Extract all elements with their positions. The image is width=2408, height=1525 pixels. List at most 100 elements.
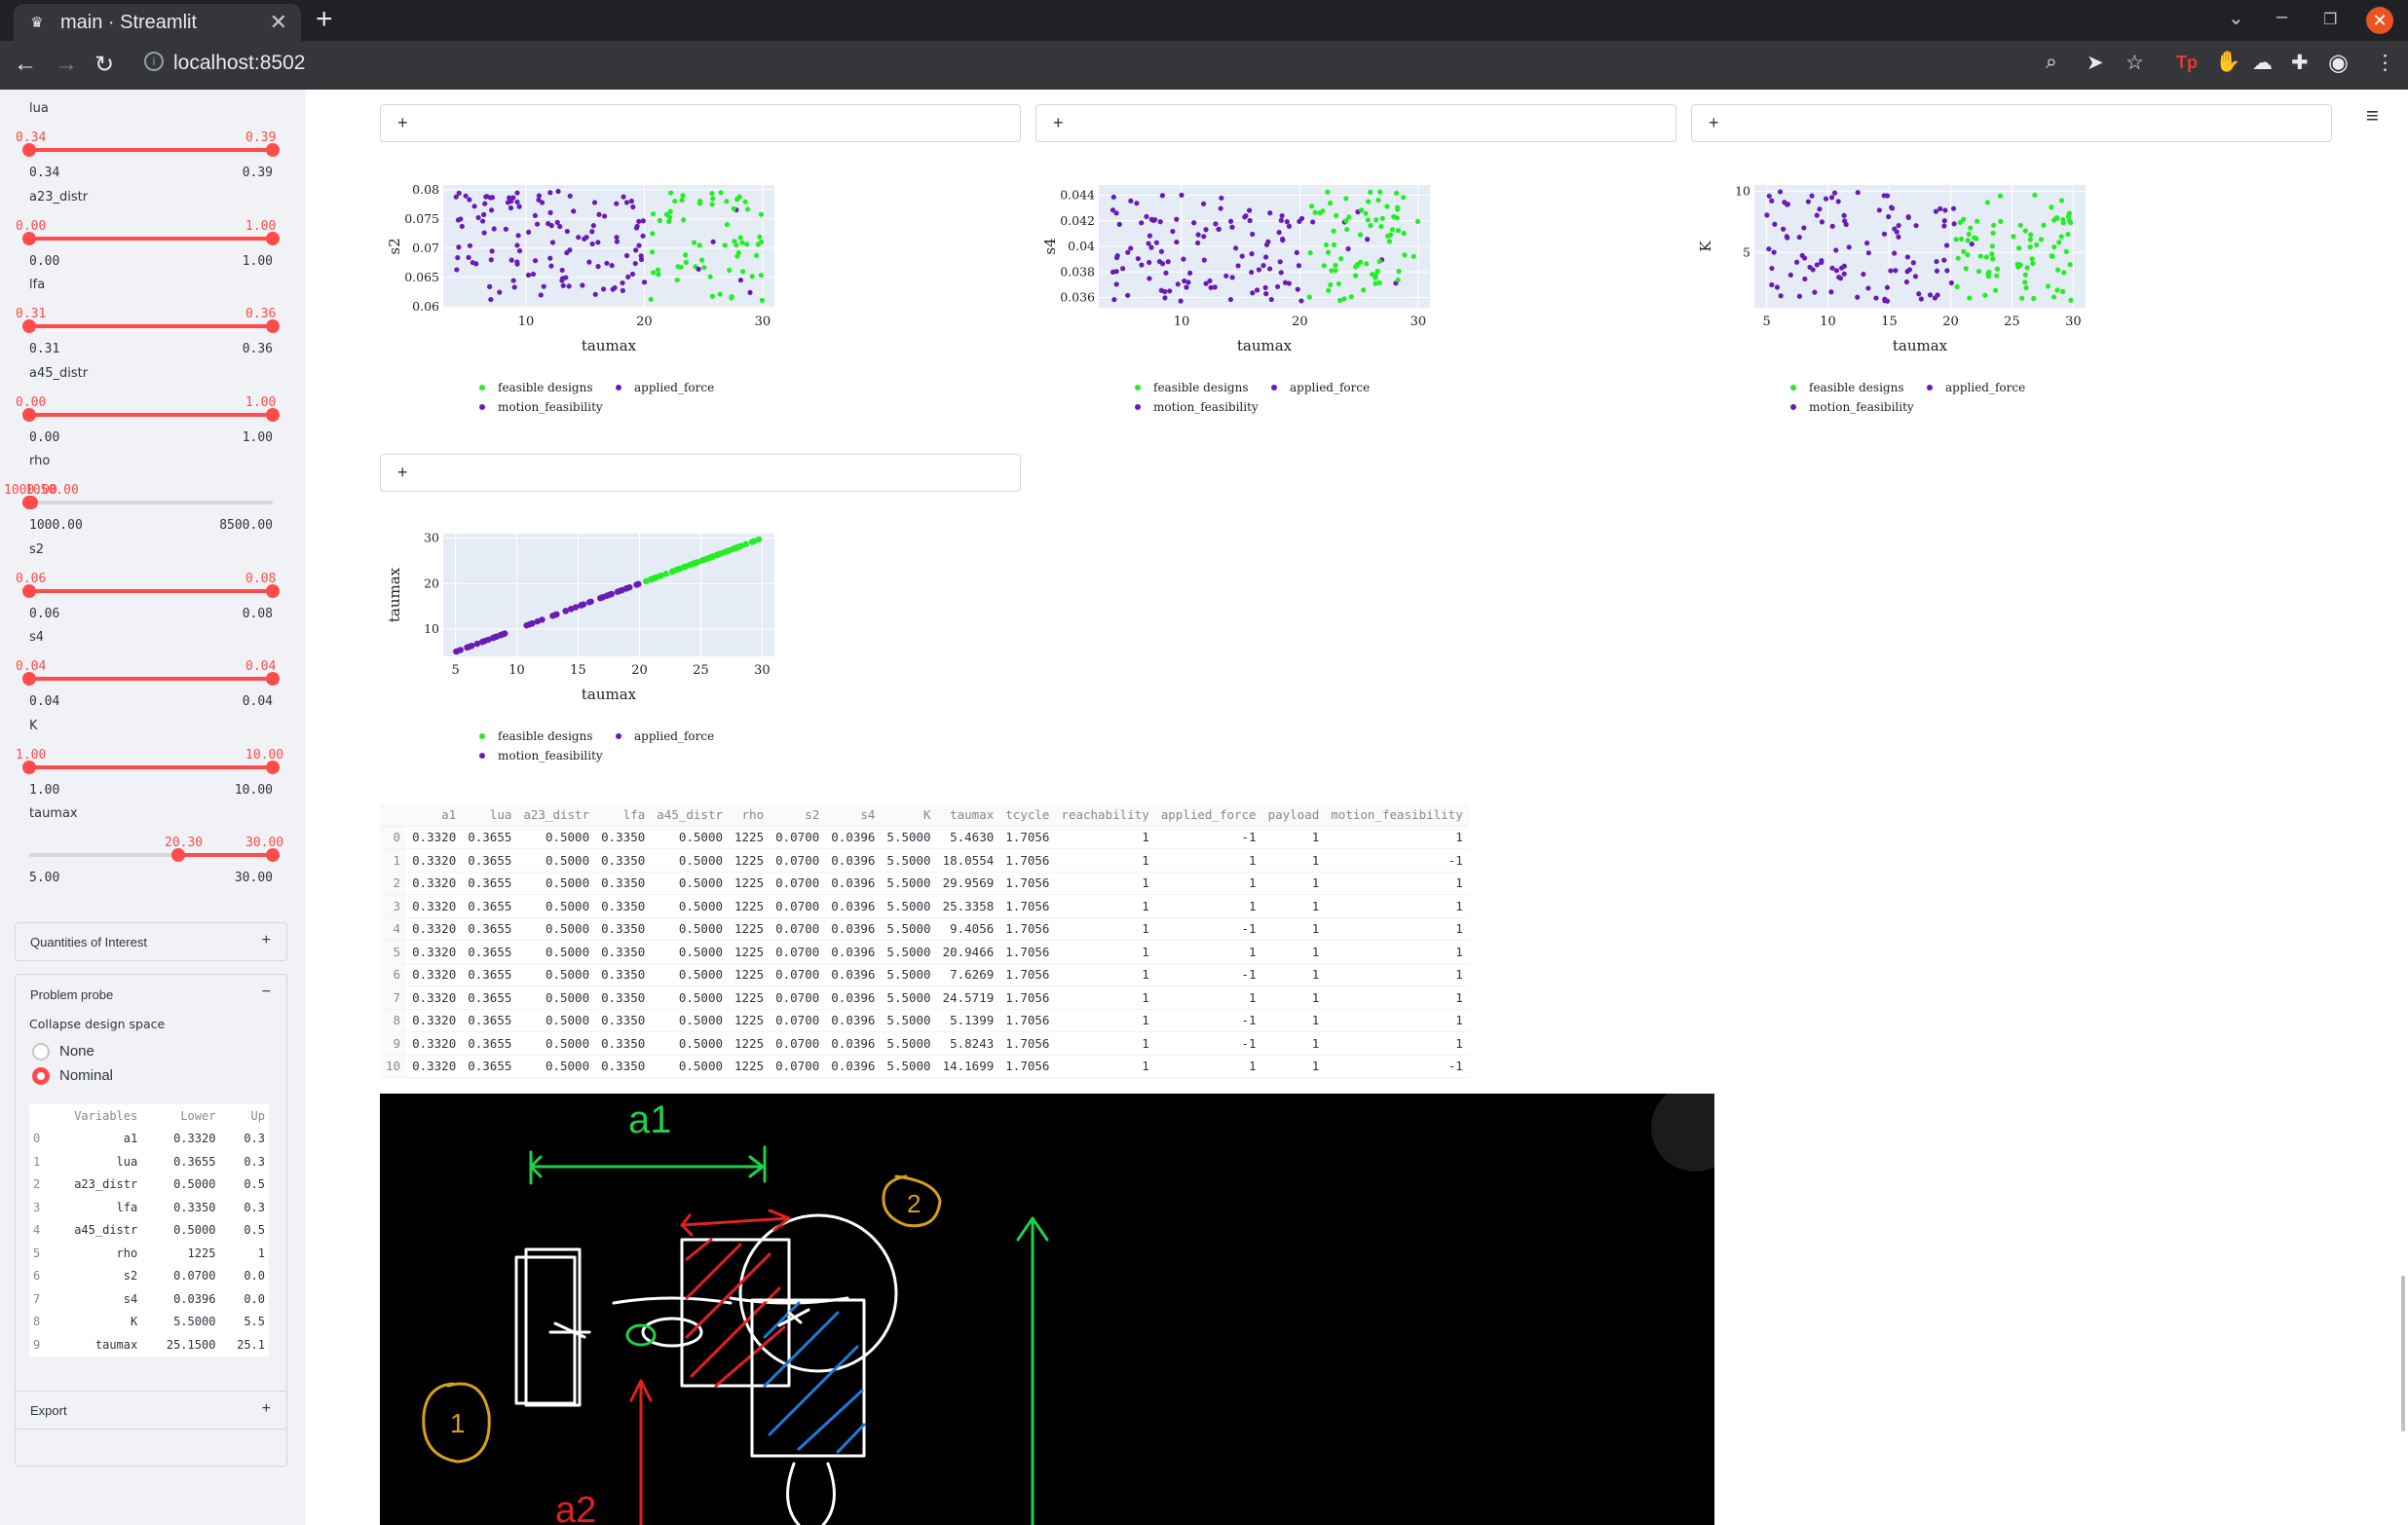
feasible-point[interactable]	[1312, 209, 1318, 215]
infeasible-point[interactable]	[516, 247, 523, 254]
legend-motion-feasibility[interactable]: motion_feasibility	[498, 400, 603, 414]
feasible-point[interactable]	[651, 270, 657, 276]
feasible-point[interactable]	[1401, 195, 1407, 201]
feasible-point[interactable]	[1327, 200, 1334, 206]
plot-selector-1[interactable]: +	[380, 104, 1021, 142]
infeasible-point[interactable]	[1781, 226, 1787, 232]
infeasible-point[interactable]	[467, 242, 473, 248]
feasible-point[interactable]	[681, 217, 687, 223]
infeasible-point[interactable]	[580, 282, 585, 288]
send-icon[interactable]: ➤	[2087, 51, 2104, 75]
browser-menu-icon[interactable]: ⋮	[2375, 51, 2395, 75]
infeasible-point[interactable]	[1941, 223, 1947, 229]
feasible-point[interactable]	[1308, 204, 1315, 209]
feasible-point[interactable]	[736, 194, 742, 200]
infeasible-point[interactable]	[1187, 270, 1193, 276]
legend-applied-force[interactable]: applied_force	[1290, 381, 1370, 394]
infeasible-point[interactable]	[1769, 281, 1775, 288]
feasible-point[interactable]	[1331, 242, 1337, 248]
feasible-point[interactable]	[2032, 192, 2038, 198]
infeasible-point[interactable]	[473, 640, 481, 648]
infeasible-point[interactable]	[467, 197, 472, 203]
infeasible-point[interactable]	[1157, 219, 1163, 225]
infeasible-point[interactable]	[1184, 284, 1189, 290]
infeasible-point[interactable]	[1263, 242, 1270, 247]
infeasible-point[interactable]	[1835, 199, 1841, 205]
infeasible-point[interactable]	[453, 648, 461, 655]
infeasible-point[interactable]	[1278, 270, 1284, 276]
infeasible-point[interactable]	[640, 233, 646, 239]
infeasible-point[interactable]	[1784, 202, 1790, 207]
feasible-point[interactable]	[2059, 288, 2066, 295]
feasible-point[interactable]	[2027, 237, 2033, 242]
feasible-point[interactable]	[2038, 237, 2045, 242]
feasible-point[interactable]	[710, 196, 716, 202]
feasible-point[interactable]	[2060, 220, 2066, 226]
infeasible-point[interactable]	[479, 638, 486, 646]
feasible-point[interactable]	[2022, 272, 2028, 278]
feasible-point[interactable]	[674, 277, 680, 283]
column-header[interactable]: tcycle	[999, 804, 1056, 827]
infeasible-point[interactable]	[1771, 249, 1777, 255]
infeasible-point[interactable]	[582, 236, 587, 242]
infeasible-point[interactable]	[508, 205, 514, 211]
column-header[interactable]: a45_distr	[651, 804, 729, 827]
feasible-point[interactable]	[2067, 262, 2073, 268]
infeasible-point[interactable]	[1814, 262, 1820, 268]
feasible-point[interactable]	[731, 205, 736, 211]
infeasible-point[interactable]	[1250, 231, 1256, 238]
infeasible-point[interactable]	[1249, 251, 1255, 257]
feasible-point[interactable]	[757, 234, 763, 240]
feasible-point[interactable]	[1994, 273, 2000, 279]
infeasible-point[interactable]	[1778, 293, 1784, 299]
column-header[interactable]: lfa	[595, 804, 652, 827]
feasible-point[interactable]	[1954, 283, 1960, 290]
feasible-point[interactable]	[2051, 294, 2057, 300]
infeasible-point[interactable]	[1934, 268, 1940, 274]
infeasible-point[interactable]	[514, 199, 520, 205]
slider-thumb-lo[interactable]	[22, 319, 36, 333]
infeasible-point[interactable]	[620, 287, 625, 293]
infeasible-point[interactable]	[455, 217, 462, 223]
infeasible-point[interactable]	[1298, 215, 1305, 221]
infeasible-point[interactable]	[453, 194, 459, 200]
infeasible-point[interactable]	[1951, 221, 1957, 227]
drawing-canvas[interactable]: a1 a2 2 1	[380, 1094, 1714, 1525]
infeasible-point[interactable]	[546, 221, 551, 227]
infeasible-point[interactable]	[1139, 262, 1145, 268]
infeasible-point[interactable]	[459, 223, 465, 230]
infeasible-point[interactable]	[1125, 249, 1131, 255]
infeasible-point[interactable]	[1938, 205, 1943, 211]
infeasible-point[interactable]	[571, 208, 577, 214]
infeasible-point[interactable]	[1913, 223, 1919, 229]
feasible-point[interactable]	[1990, 256, 1996, 262]
infeasible-point[interactable]	[1896, 222, 1901, 229]
infeasible-point[interactable]	[1170, 229, 1176, 235]
table-row[interactable]: 4 0.3320 0.3655 0.5000 0.3350 0.5000 1225 0.070…	[380, 917, 1469, 941]
table-row[interactable]: 9 0.3320 0.3655 0.5000 0.3350 0.5000 1225 0.070…	[380, 1031, 1469, 1056]
feasible-point[interactable]	[2034, 242, 2040, 248]
infeasible-point[interactable]	[696, 266, 701, 272]
feasible-point[interactable]	[672, 198, 678, 205]
address-bar[interactable]: localhost:8502	[173, 52, 305, 75]
feasible-point[interactable]	[1394, 215, 1400, 221]
infeasible-point[interactable]	[1819, 219, 1825, 225]
infeasible-point[interactable]	[1896, 234, 1901, 240]
feasible-point[interactable]	[1320, 208, 1326, 214]
infeasible-point[interactable]	[1941, 218, 1947, 224]
feasible-point[interactable]	[1379, 215, 1385, 221]
feasible-point[interactable]	[1989, 243, 1995, 249]
infeasible-point[interactable]	[1787, 272, 1793, 278]
infeasible-point[interactable]	[1111, 297, 1117, 303]
infeasible-point[interactable]	[623, 200, 630, 205]
feasible-point[interactable]	[679, 197, 685, 204]
feasible-point[interactable]	[726, 547, 733, 554]
infeasible-point[interactable]	[621, 194, 626, 200]
feasible-point[interactable]	[1361, 287, 1367, 293]
infeasible-point[interactable]	[640, 218, 646, 224]
infeasible-point[interactable]	[1888, 205, 1895, 210]
slider-track[interactable]	[29, 848, 280, 862]
feasible-point[interactable]	[1364, 261, 1370, 267]
feasible-point[interactable]	[657, 217, 663, 223]
infeasible-point[interactable]	[1799, 252, 1805, 258]
